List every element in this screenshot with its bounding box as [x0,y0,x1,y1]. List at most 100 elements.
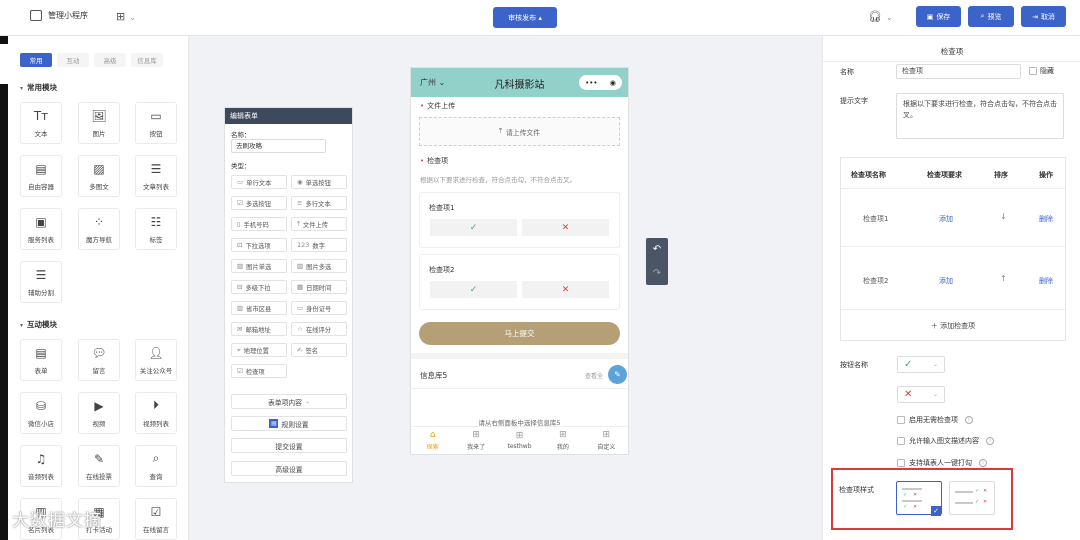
calendar-icon: ▦ [297,283,304,291]
check-items-table: 检查项名称 检查项要求 排序 操作 检查项1 添加 ↓ 删除 检查项2 添加 ↑… [840,157,1066,341]
tip-text-input[interactable]: 根据以下要求进行检查，符合点击勾，不符合点击叉。 [896,93,1064,139]
component-button[interactable]: ▭ 按钮 [135,102,177,144]
close-target-icon: ◉ [609,78,616,87]
component-shop[interactable]: ⛁ 微信小店 [20,392,62,434]
field-type-label: 在线评分 [305,326,332,334]
component-message[interactable]: 💬︎ 留言 [78,339,120,381]
mini-program-capsule[interactable]: ••• ◉ [579,75,622,90]
cancel-button[interactable]: ⇥ 取消 [1021,6,1066,27]
add-check-item-button[interactable]: ＋ 添加检查项 [841,321,1065,331]
tab-advanced[interactable]: 高级 [94,53,126,67]
form-content-label: 表单项内容 [267,398,302,407]
field-type-location[interactable]: ⌖ 地理位置 [231,343,287,357]
phone-tab-mine[interactable]: ⊞ 我的 [541,427,584,454]
field-type-phone[interactable]: ▯ 手机号码 [231,217,287,231]
cross-icon: ✕ [561,222,570,233]
field-type-multi-text[interactable]: ≡ 多行文本 [291,196,347,210]
component-audio-list[interactable]: ♫ 音频列表 [20,445,62,487]
field-type-checkbox[interactable]: ☑ 多选按钮 [231,196,287,210]
component-vote[interactable]: ✎ 在线投票 [78,445,120,487]
component-follow[interactable]: 👤︎ 关注公众号 [135,339,177,381]
component-tag[interactable]: ☷ 标签 [135,208,177,250]
field-type-id-card[interactable]: ▭ 身份证号 [291,301,347,315]
phone-tab-explore[interactable]: ⌂ 探索 [411,427,454,454]
delete-link[interactable]: 删除 [1039,214,1053,224]
phone-tab-label: 我的 [556,444,569,451]
component-video[interactable]: ▶ 视频 [78,392,120,434]
field-type-radio[interactable]: ◉ 单选按钮 [291,175,347,189]
check-section-title: • 检查项 [420,157,449,165]
tab-interact[interactable]: 互动 [57,53,89,67]
component-service-list[interactable]: ▣ 服务列表 [20,208,62,250]
pass-button-style-select[interactable]: ✓ ⌄ [897,356,945,373]
component-container[interactable]: ▤ 自由容器 [20,155,62,197]
field-type-signature[interactable]: ✍ 签名 [291,343,347,357]
field-type-file-upload[interactable]: ⤒ 文件上传 [291,217,347,231]
move-down-icon[interactable]: ↓ [1000,212,1007,221]
field-type-single-text[interactable]: ▭ 单行文本 [231,175,287,189]
component-divider[interactable]: ☰ 辅助分割 [20,261,62,303]
form-name-input[interactable]: 去刷攻略 [231,139,326,153]
field-type-cascade[interactable]: ⊟ 多级下拉 [231,280,287,294]
image-radio-icon: ▨ [237,262,244,270]
info-library-more-link[interactable]: 查看全 [585,371,603,380]
check-fail-button[interactable]: ✕ [522,281,609,298]
field-type-region[interactable]: ▥ 省市区县 [231,301,287,315]
check-fail-button[interactable]: ✕ [522,219,609,236]
apps-grid-button[interactable]: ⊞ ⌄ [116,10,136,23]
info-icon: i [986,437,994,445]
tab-info-library[interactable]: 信息库 [131,53,163,67]
check-pass-button[interactable]: ✓ [430,219,517,236]
image-icon: 🖼︎ [91,108,107,123]
section-common-modules[interactable]: 常用模块 [20,82,57,93]
fail-button-style-select[interactable]: ✕ ⌄ [897,386,945,403]
app-switcher[interactable]: 管理小程序 [30,10,88,21]
publish-button[interactable]: 审核发布 ▴ [493,7,557,28]
component-text[interactable]: Tт 文本 [20,102,62,144]
field-type-rating[interactable]: ☆ 在线评分 [291,322,347,336]
upload-file-button[interactable]: ⤒ 请上传文件 [419,117,620,146]
field-type-image-multi[interactable]: ▨ 图片多选 [291,259,347,273]
component-multi-image-text[interactable]: ▨ 多图文 [78,155,120,197]
field-type-image-radio[interactable]: ▨ 图片单选 [231,259,287,273]
field-type-email[interactable]: ✉ 邮箱地址 [231,322,287,336]
component-query[interactable]: ⌕ 查询 [135,445,177,487]
name-input[interactable]: 检查项 [896,64,1021,79]
advanced-settings-button[interactable]: 高级设置 [231,461,347,476]
float-action-button[interactable]: ✎ [608,365,627,384]
phone-tab-testhwb[interactable]: ⊞ testhwb [498,427,541,454]
hide-checkbox[interactable]: 隐藏 [1029,66,1054,76]
option-allow-description[interactable]: 允许输入图文描述内容 i [897,436,994,446]
component-cube-nav[interactable]: ⁘ 魔方导航 [78,208,120,250]
submit-settings-button[interactable]: 提交设置 [231,438,347,453]
preview-button[interactable]: ⌕ 预览 [968,6,1014,27]
section-interact-modules[interactable]: 互动模块 [20,319,57,330]
rules-settings-button[interactable]: ▤ 规则设置 [231,416,347,431]
save-button[interactable]: ▣ 保存 [916,6,961,27]
option-one-click-check[interactable]: 支持填表人一键打勾 i [897,458,987,468]
form-content-button[interactable]: 表单项内容 ⌄ [231,394,347,409]
field-type-dropdown[interactable]: ⊡ 下拉选项 [231,238,287,252]
component-video-list[interactable]: ⏵ 视频列表 [135,392,177,434]
component-article-list[interactable]: ☰ 文章列表 [135,155,177,197]
option-no-check-item[interactable]: 启用无需检查项 i [897,415,973,425]
style-option-inline[interactable]: ✓ ✕ ✓ ✕ [949,481,995,515]
field-type-checklist[interactable]: ☑ 检查项 [231,364,287,378]
component-form[interactable]: ▤ 表单 [20,339,62,381]
add-requirement-link[interactable]: 添加 [939,214,953,224]
support-button[interactable]: 🎧︎ ⌄ [868,10,893,23]
field-type-datetime[interactable]: ▦ 日期时间 [291,280,347,294]
undo-icon[interactable]: ↶ [653,244,661,255]
delete-link[interactable]: 删除 [1039,276,1053,286]
phone-tab-custom[interactable]: ⊞ 自定义 [585,427,628,454]
submit-button[interactable]: 马上提交 [419,322,620,345]
move-up-icon[interactable]: ↑ [1000,274,1007,283]
tab-common[interactable]: 常用 [20,53,52,67]
add-requirement-link[interactable]: 添加 [939,276,953,286]
component-online-message[interactable]: ☑ 在线留言 [135,498,177,540]
phone-tab-arrived[interactable]: ⊞ 我来了 [454,427,497,454]
field-type-number[interactable]: 123 数字 [291,238,347,252]
redo-icon[interactable]: ↷ [653,268,661,279]
component-image[interactable]: 🖼︎ 图片 [78,102,120,144]
check-pass-button[interactable]: ✓ [430,281,517,298]
